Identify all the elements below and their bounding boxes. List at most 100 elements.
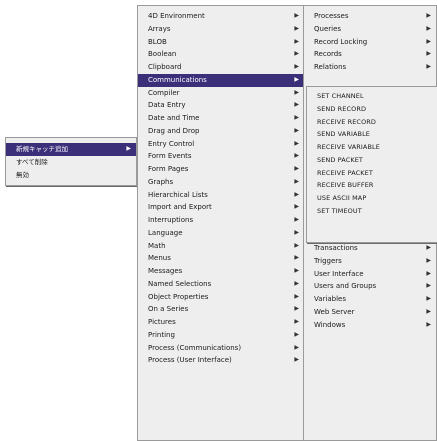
submenu-arrow-icon: ▶ bbox=[294, 177, 299, 185]
submenu-arrow-icon: ▶ bbox=[294, 37, 299, 45]
menu-item-label: RECEIVE BUFFER bbox=[317, 181, 374, 190]
submenu-arrow-icon: ▶ bbox=[426, 320, 431, 328]
menu-item-label: Entry Control bbox=[148, 139, 195, 148]
theme-item-windows[interactable]: Windows ▶ bbox=[304, 319, 436, 332]
theme-item-variables[interactable]: Variables ▶ bbox=[304, 293, 436, 306]
menu-item-label: Users and Groups bbox=[314, 282, 377, 291]
theme-item-object-properties[interactable]: Object Properties ▶ bbox=[138, 291, 304, 304]
menu-item-label: RECEIVE PACKET bbox=[317, 168, 373, 177]
theme-item-triggers[interactable]: Triggers ▶ bbox=[304, 255, 436, 268]
menu-item-label: Object Properties bbox=[148, 292, 209, 301]
submenu-arrow-icon: ▶ bbox=[426, 50, 431, 58]
theme-item-math[interactable]: Math ▶ bbox=[138, 240, 304, 253]
theme-item-pictures[interactable]: Pictures ▶ bbox=[138, 316, 304, 329]
submenu-arrow-icon: ▶ bbox=[294, 114, 299, 121]
menu-item-label: SEND PACKET bbox=[317, 155, 363, 164]
menu-item-label: SET TIMEOUT bbox=[317, 206, 362, 215]
menu-item-label: Relations bbox=[314, 63, 347, 71]
theme-item-processes[interactable]: Processes ▶ bbox=[304, 10, 436, 23]
theme-item-on-a-series[interactable]: On a Series ▶ bbox=[138, 303, 304, 316]
theme-item-printing[interactable]: Printing ▶ bbox=[138, 329, 304, 342]
menu-item-label: 無効 bbox=[16, 170, 29, 179]
submenu-arrow-icon: ▶ bbox=[426, 244, 431, 251]
submenu-arrow-icon: ▶ bbox=[294, 126, 299, 134]
command-item-use-ascii-map[interactable]: USE ASCII MAP bbox=[307, 192, 437, 205]
theme-item-arrays[interactable]: Arrays ▶ bbox=[138, 23, 304, 36]
submenu-arrow-icon: ▶ bbox=[294, 190, 299, 198]
submenu-arrow-icon: ▶ bbox=[126, 145, 131, 152]
menu-item-label: Messages bbox=[148, 267, 183, 275]
theme-item-messages[interactable]: Messages ▶ bbox=[138, 265, 304, 278]
command-item-receive-buffer[interactable]: RECEIVE BUFFER bbox=[307, 179, 437, 192]
submenu-arrow-icon: ▶ bbox=[294, 50, 299, 58]
menu-item-label: Drag and Drop bbox=[148, 126, 200, 135]
menu-item-label: Named Selections bbox=[148, 279, 212, 288]
submenu-arrow-icon: ▶ bbox=[294, 267, 299, 274]
menu-item-label: User Interface bbox=[314, 269, 364, 278]
theme-item-record-locking[interactable]: Record Locking ▶ bbox=[304, 36, 436, 49]
theme-item-queries[interactable]: Queries ▶ bbox=[304, 23, 436, 36]
submenu-arrow-icon: ▶ bbox=[294, 318, 299, 325]
submenu-arrow-icon: ▶ bbox=[294, 165, 299, 172]
command-item-send-variable[interactable]: SEND VARIABLE bbox=[307, 128, 437, 141]
theme-item-blob[interactable]: BLOB ▶ bbox=[138, 36, 304, 49]
theme-item-boolean[interactable]: Boolean ▶ bbox=[138, 48, 304, 61]
context-item-disable[interactable]: 無効 bbox=[6, 169, 136, 182]
theme-item-import-and-export[interactable]: Import and Export ▶ bbox=[138, 201, 304, 214]
command-item-receive-record[interactable]: RECEIVE RECORD bbox=[307, 116, 437, 129]
theme-item-process-communications[interactable]: Process (Communications) ▶ bbox=[138, 342, 304, 355]
submenu-arrow-icon: ▶ bbox=[294, 101, 299, 109]
command-item-set-timeout[interactable]: SET TIMEOUT bbox=[307, 205, 437, 218]
theme-item-data-entry[interactable]: Data Entry ▶ bbox=[138, 99, 304, 112]
menu-item-label: RECEIVE RECORD bbox=[317, 117, 377, 126]
theme-item-records[interactable]: Records ▶ bbox=[304, 48, 436, 61]
submenu-arrow-icon: ▶ bbox=[426, 307, 431, 315]
menu-item-label: BLOB bbox=[148, 37, 167, 46]
context-item-delete-all[interactable]: すべて削除 bbox=[6, 156, 136, 169]
theme-item-date-and-time[interactable]: Date and Time ▶ bbox=[138, 112, 304, 125]
theme-item-drag-and-drop[interactable]: Drag and Drop ▶ bbox=[138, 125, 304, 138]
submenu-arrow-icon: ▶ bbox=[294, 241, 299, 249]
theme-item-communications[interactable]: Communications ▶ bbox=[138, 73, 304, 87]
theme-item-interruptions[interactable]: Interruptions ▶ bbox=[138, 214, 304, 227]
theme-item-named-selections[interactable]: Named Selections ▶ bbox=[138, 278, 304, 291]
themes-menu: 4D Environment ▶ Arrays ▶ BLOB ▶ Boolean ▶ Clipb… bbox=[137, 5, 305, 441]
theme-item-transactions[interactable]: Transactions ▶ bbox=[304, 242, 436, 255]
menu-item-label: Triggers bbox=[314, 256, 342, 265]
menu-item-label: Records bbox=[314, 50, 342, 59]
menu-item-label: Import and Export bbox=[148, 203, 212, 212]
theme-item-form-pages[interactable]: Form Pages ▶ bbox=[138, 163, 304, 176]
menu-item-label: Transactions bbox=[314, 244, 358, 252]
menu-item-label: 新規キャッチ追加 bbox=[16, 145, 68, 153]
command-item-send-packet[interactable]: SEND PACKET bbox=[307, 154, 437, 167]
command-item-set-channel[interactable]: SET CHANNEL bbox=[307, 90, 437, 103]
menu-item-label: Date and Time bbox=[148, 114, 200, 122]
submenu-arrow-icon: ▶ bbox=[294, 254, 299, 262]
theme-item-users-and-groups[interactable]: Users and Groups ▶ bbox=[304, 280, 436, 293]
theme-item-4d-environment[interactable]: 4D Environment ▶ bbox=[138, 10, 304, 23]
command-item-receive-packet[interactable]: RECEIVE PACKET bbox=[307, 167, 437, 180]
theme-item-clipboard[interactable]: Clipboard ▶ bbox=[138, 61, 304, 74]
context-menu: 新規キャッチ追加 ▶ すべて削除 無効 bbox=[5, 137, 137, 186]
theme-item-web-server[interactable]: Web Server ▶ bbox=[304, 306, 436, 319]
theme-item-menus[interactable]: Menus ▶ bbox=[138, 252, 304, 265]
theme-item-form-events[interactable]: Form Events ▶ bbox=[138, 150, 304, 163]
theme-item-user-interface[interactable]: User Interface ▶ bbox=[304, 268, 436, 281]
menu-item-label: Processes bbox=[314, 12, 349, 20]
theme-item-compiler[interactable]: Compiler ▶ bbox=[138, 87, 304, 100]
submenu-arrow-icon: ▶ bbox=[294, 330, 299, 338]
command-item-send-record[interactable]: SEND RECORD bbox=[307, 103, 437, 116]
submenu-arrow-icon: ▶ bbox=[426, 37, 431, 45]
theme-item-entry-control[interactable]: Entry Control ▶ bbox=[138, 138, 304, 151]
theme-item-relations[interactable]: Relations ▶ bbox=[304, 61, 436, 74]
command-item-receive-variable[interactable]: RECEIVE VARIABLE bbox=[307, 141, 437, 154]
submenu-arrow-icon: ▶ bbox=[294, 139, 299, 147]
theme-item-hierarchical-lists[interactable]: Hierarchical Lists ▶ bbox=[138, 189, 304, 202]
submenu-arrow-icon: ▶ bbox=[294, 305, 299, 313]
menu-item-label: SET CHANNEL bbox=[317, 92, 364, 100]
theme-item-process-user-interface[interactable]: Process (User Interface) ▶ bbox=[138, 354, 304, 367]
menu-item-label: Language bbox=[148, 228, 183, 237]
theme-item-graphs[interactable]: Graphs ▶ bbox=[138, 176, 304, 189]
theme-item-language[interactable]: Language ▶ bbox=[138, 227, 304, 240]
context-item-add-catch[interactable]: 新規キャッチ追加 ▶ bbox=[6, 143, 136, 156]
